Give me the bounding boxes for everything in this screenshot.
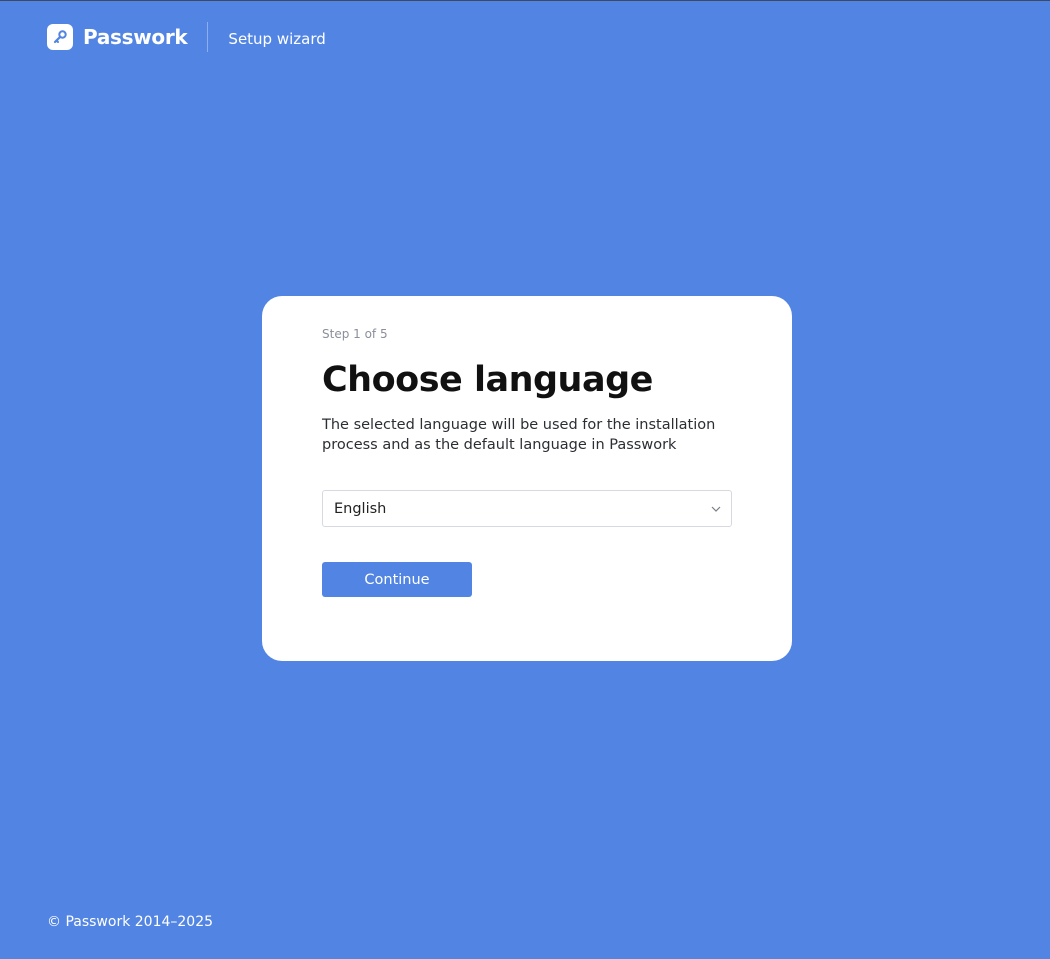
- continue-button[interactable]: Continue: [322, 562, 472, 597]
- key-icon: [47, 24, 73, 50]
- logo-text: Passwork: [83, 25, 188, 49]
- chevron-down-icon: [711, 506, 721, 512]
- language-select[interactable]: English: [322, 490, 732, 527]
- step-indicator: Step 1 of 5: [322, 327, 388, 341]
- header: Passwork Setup wizard: [47, 22, 326, 52]
- setup-card: Step 1 of 5 Choose language The selected…: [262, 296, 792, 661]
- language-select-value: English: [334, 500, 387, 517]
- footer-copyright: © Passwork 2014–2025: [47, 914, 214, 930]
- header-subtitle: Setup wizard: [228, 29, 326, 48]
- description-text: The selected language will be used for t…: [322, 417, 716, 453]
- page-title: Choose language: [322, 360, 653, 400]
- header-divider: [207, 22, 209, 52]
